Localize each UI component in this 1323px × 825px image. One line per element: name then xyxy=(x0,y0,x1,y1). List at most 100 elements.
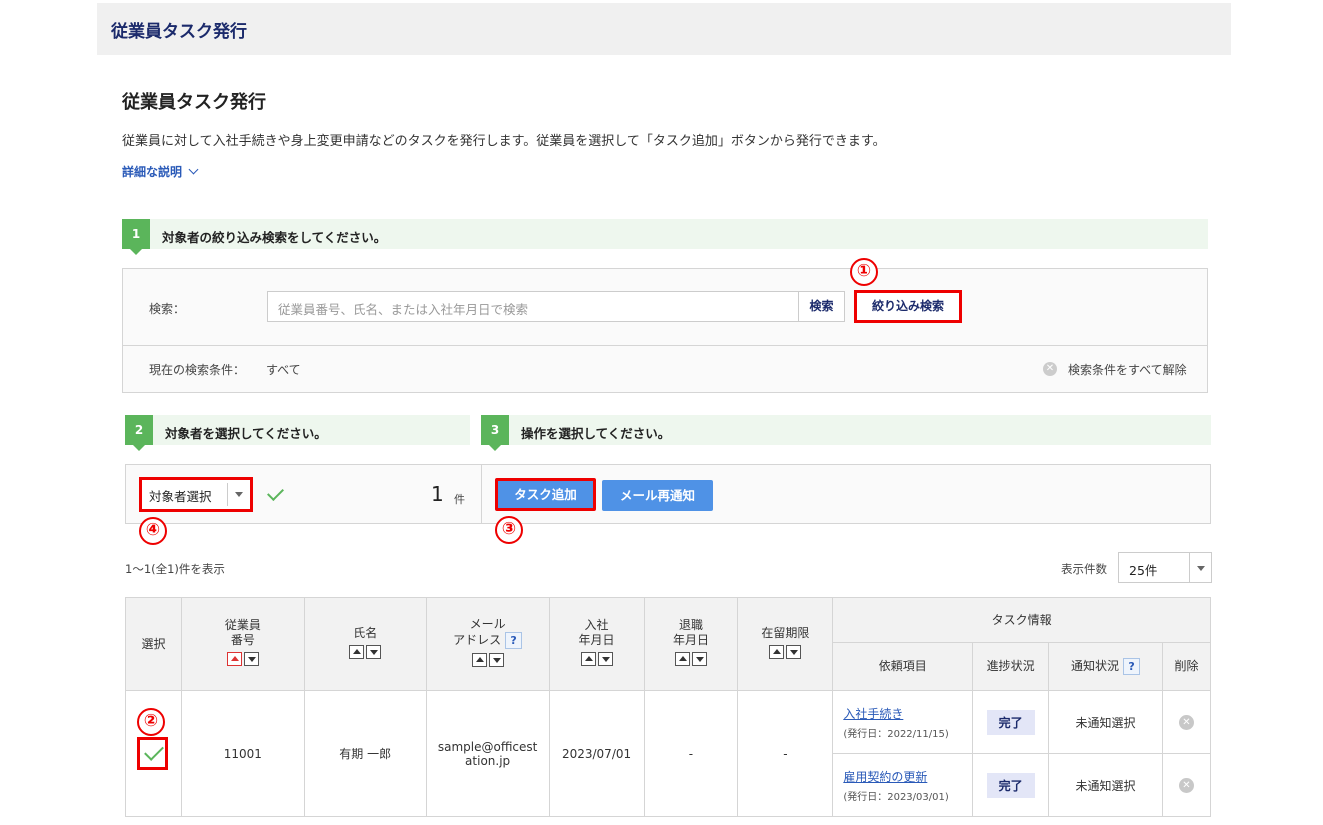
status-badge: 完了 xyxy=(986,772,1035,798)
filter-search-button[interactable]: 絞り込み検索 xyxy=(854,290,962,323)
help-icon[interactable]: ? xyxy=(505,632,523,649)
divider xyxy=(123,345,1207,346)
task-item-cell: 雇用契約の更新 (発行日：2023/03/01) xyxy=(832,753,974,817)
sort-asc-icon[interactable] xyxy=(349,644,365,659)
step-1-header: 1 対象者の絞り込み検索をしてください。 xyxy=(122,219,1208,255)
detail-explanation-link[interactable]: 詳細な説明 xyxy=(122,163,199,180)
header-residence-limit: 在留期限 xyxy=(737,597,834,691)
row-mail: sample@officest ation.jp xyxy=(425,690,550,817)
task-progress-cell: 完了 xyxy=(972,753,1050,817)
header-delete: 削除 xyxy=(1161,642,1212,691)
sort-asc-icon[interactable] xyxy=(769,644,785,659)
sort-controls xyxy=(349,644,382,659)
dropdown-separator xyxy=(1189,553,1190,582)
step-3-text: 操作を選択してください。 xyxy=(521,426,671,441)
delete-icon[interactable]: ✕ xyxy=(1178,715,1194,730)
header-emp-line1: 従業員 xyxy=(224,618,261,632)
row-mail-line1: sample@officest xyxy=(437,739,538,754)
delete-icon[interactable]: ✕ xyxy=(1178,778,1194,793)
header-name: 氏名 xyxy=(303,597,427,691)
header-join-line2: 年月日 xyxy=(578,633,615,647)
caret-down-icon xyxy=(235,492,243,497)
header-residence-label: 在留期限 xyxy=(761,625,810,640)
header-mail-line1: メール xyxy=(469,617,506,631)
top-header-bar: 従業員タスク発行 xyxy=(97,3,1231,55)
selected-count-unit: 件 xyxy=(454,493,465,506)
search-label: 検索： xyxy=(149,302,186,316)
sort-controls xyxy=(580,652,613,666)
task-issue-date: (発行日：2023/03/01) xyxy=(843,791,949,803)
sort-desc-icon[interactable] xyxy=(786,644,802,659)
task-delete-cell: ✕ xyxy=(1161,753,1212,817)
header-name-label: 氏名 xyxy=(353,625,378,640)
row-join-date: 2023/07/01 xyxy=(548,690,645,817)
header-join-date: 入社 年月日 xyxy=(548,597,645,691)
search-input[interactable]: 従業員番号、氏名、または入社年月日で検索 xyxy=(267,291,799,322)
divider xyxy=(481,465,482,523)
step-2-header: 2 対象者を選択してください。 xyxy=(125,415,470,451)
sort-controls xyxy=(471,653,504,667)
header-title: 従業員タスク発行 xyxy=(111,22,247,42)
mail-resend-button[interactable]: メール再通知 xyxy=(602,480,713,511)
step-1-number: 1 xyxy=(122,219,150,255)
header-mail-line2: アドレス xyxy=(453,633,502,647)
sort-desc-icon[interactable] xyxy=(366,644,382,659)
sort-asc-icon[interactable] xyxy=(674,652,690,666)
header-emp-line2: 番号 xyxy=(230,633,255,647)
selected-count: 1 xyxy=(431,482,444,506)
sort-asc-icon[interactable] xyxy=(226,652,242,666)
caret-down-icon xyxy=(1197,566,1205,571)
per-page-label: 表示件数 xyxy=(1061,562,1107,576)
step-3-header: 3 操作を選択してください。 xyxy=(481,415,1211,451)
task-add-button[interactable]: タスク追加 xyxy=(495,478,596,511)
sort-asc-icon[interactable] xyxy=(580,652,596,666)
employee-table: 選択 従業員 番号 氏名 メール アドレス? 入社 年月日 退職 年月日 在留期… xyxy=(125,597,1212,817)
annotation-1: ① xyxy=(850,258,878,286)
current-conditions-label: 現在の検索条件： xyxy=(149,363,246,377)
dropdown-separator xyxy=(227,483,228,506)
header-notify: 通知状況? xyxy=(1048,642,1163,691)
per-page-value: 25件 xyxy=(1129,563,1158,578)
row-select-checkbox[interactable] xyxy=(137,737,168,770)
clear-conditions-link[interactable]: 検索条件をすべて解除 xyxy=(1068,361,1187,378)
header-leave-line1: 退職 xyxy=(678,618,703,632)
detail-link-label: 詳細な説明 xyxy=(122,165,183,179)
header-task-info: タスク情報 xyxy=(832,597,1211,643)
step-3-number: 3 xyxy=(481,415,509,451)
sort-asc-icon[interactable] xyxy=(471,653,487,667)
help-icon[interactable]: ? xyxy=(1123,658,1141,675)
action-panel: 対象者選択 1 件 タスク追加 メール再通知 xyxy=(125,464,1211,524)
table-row: 11001 有期 一郎 sample@officest ation.jp 202… xyxy=(125,690,1212,817)
search-panel: 検索： 従業員番号、氏名、または入社年月日で検索 検索 絞り込み検索 現在の検索… xyxy=(122,268,1208,393)
task-link[interactable]: 雇用契約の更新 xyxy=(843,768,972,785)
per-page-select[interactable]: 25件 xyxy=(1118,552,1212,583)
sort-desc-icon[interactable] xyxy=(243,652,259,666)
clear-icon[interactable]: ✕ xyxy=(1043,362,1057,376)
target-select-label: 対象者選択 xyxy=(149,489,212,504)
page-description: 従業員に対して入社手続きや身上変更申請などのタスクを発行します。従業員を選択して… xyxy=(122,134,886,149)
row-mail-line2: ation.jp xyxy=(465,753,511,768)
sort-desc-icon[interactable] xyxy=(597,652,613,666)
task-notify-cell: 未通知選択 xyxy=(1048,690,1163,754)
check-icon xyxy=(267,484,284,501)
sort-controls xyxy=(226,652,259,666)
header-notify-label: 通知状況 xyxy=(1071,659,1120,673)
task-item-cell: 入社手続き (発行日：2022/11/15) xyxy=(832,690,974,754)
page-title: 従業員タスク発行 xyxy=(122,92,266,113)
row-emp-no: 11001 xyxy=(180,690,305,817)
sort-controls xyxy=(769,644,802,659)
result-count-text: 1〜1(全1)件を表示 xyxy=(125,562,225,576)
annotation-4: ④ xyxy=(139,517,167,545)
target-select-dropdown[interactable]: 対象者選択 xyxy=(139,477,253,512)
annotation-2: ② xyxy=(137,708,165,736)
task-link[interactable]: 入社手続き xyxy=(843,705,972,722)
header-leave-date: 退職 年月日 xyxy=(643,597,739,691)
sort-desc-icon[interactable] xyxy=(691,652,707,666)
step-1-text: 対象者の絞り込み検索をしてください。 xyxy=(162,230,387,245)
task-notify-cell: 未通知選択 xyxy=(1048,753,1163,817)
sort-desc-icon[interactable] xyxy=(488,653,504,667)
annotation-3: ③ xyxy=(495,516,523,544)
row-name: 有期 一郎 xyxy=(303,690,427,817)
task-issue-date: (発行日：2022/11/15) xyxy=(843,728,949,740)
search-button[interactable]: 検索 xyxy=(798,291,845,322)
